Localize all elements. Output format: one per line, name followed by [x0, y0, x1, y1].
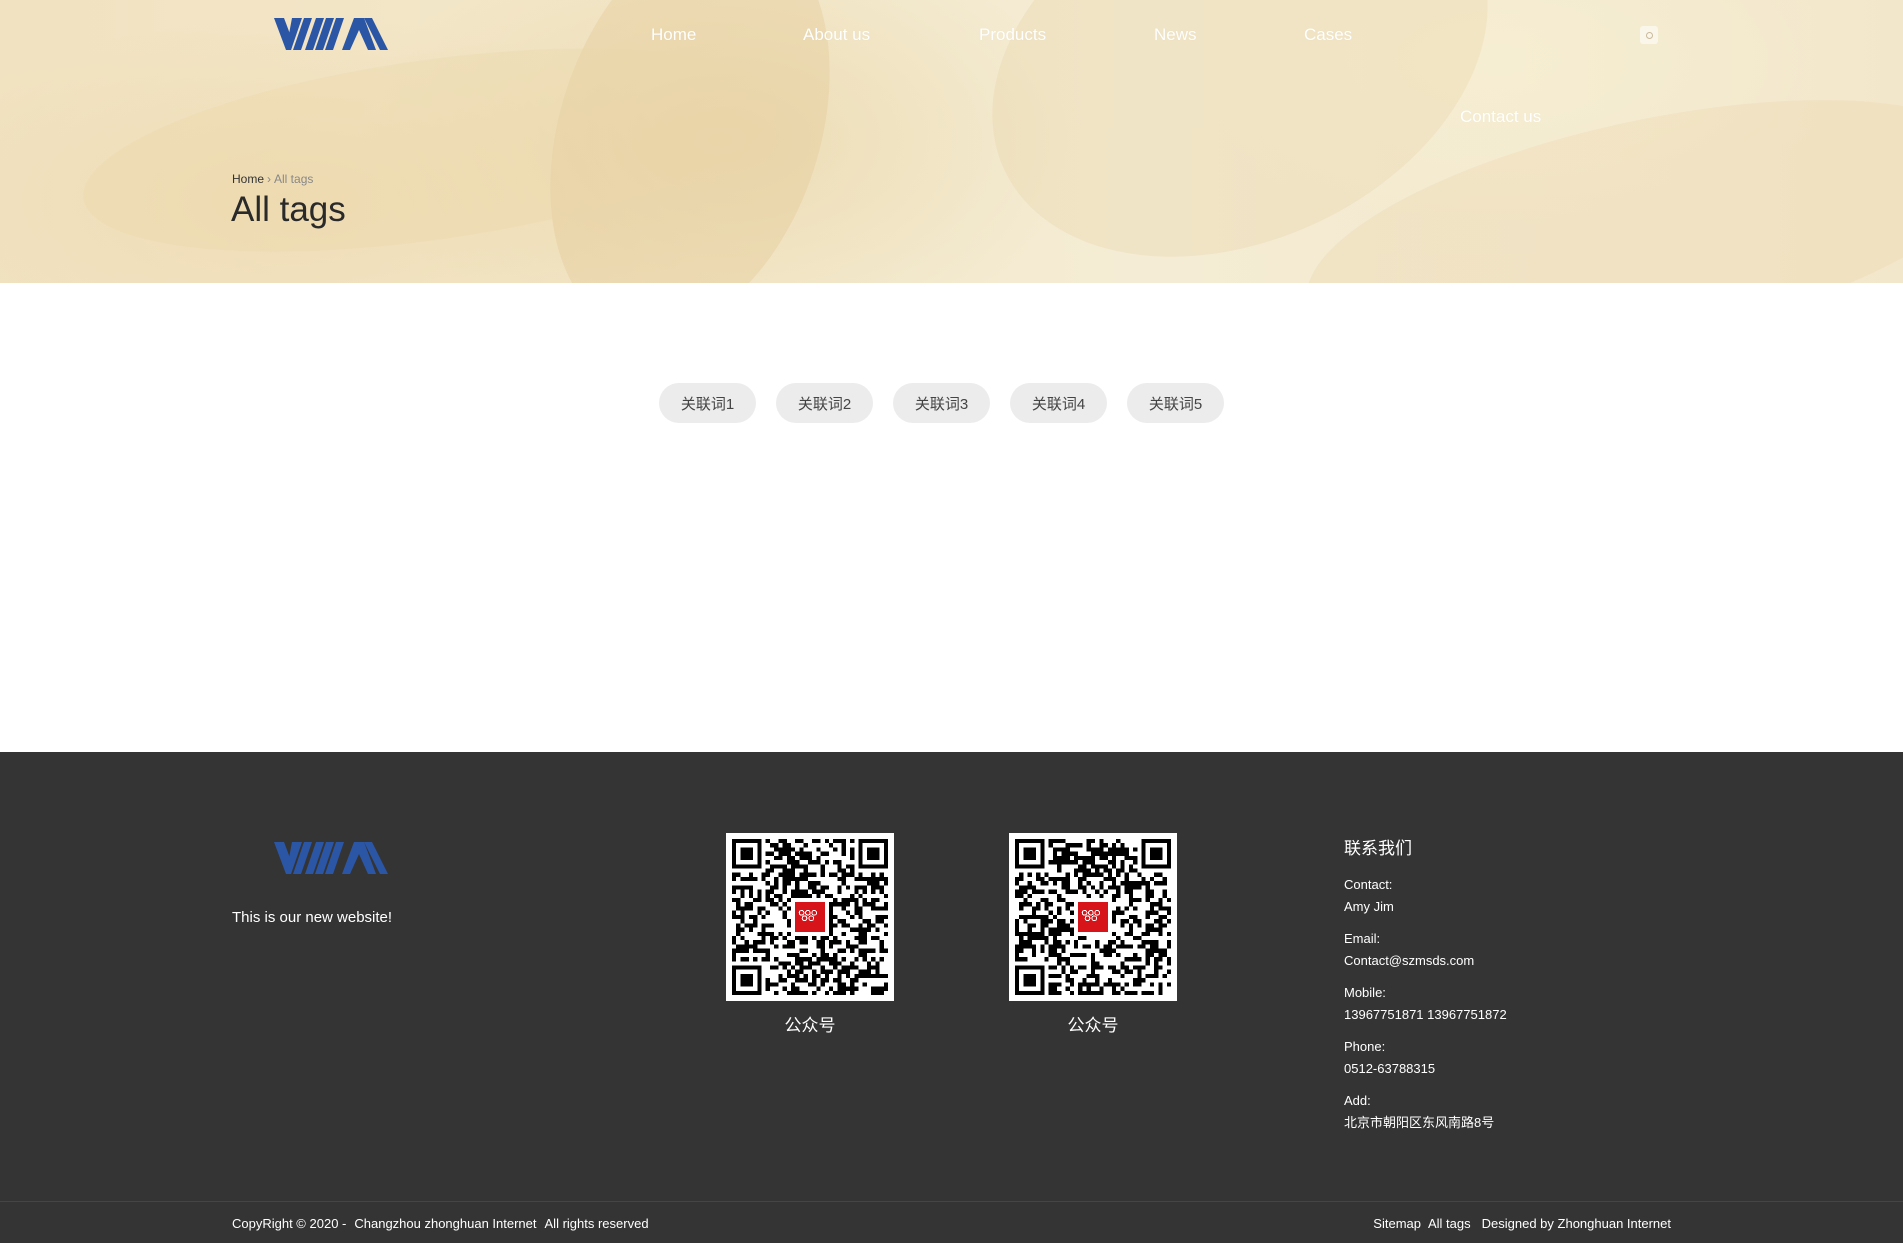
wechat-qr-code [1009, 833, 1177, 1001]
tag-item[interactable]: 关联词3 [893, 383, 990, 423]
contact-label: Contact: [1344, 877, 1393, 892]
site-footer: This is our new website! 公众号 公众号 联系我们 Co… [0, 752, 1903, 1243]
footer-logo[interactable] [274, 840, 388, 876]
footer-links: Sitemap All tags Designed by Zhonghuan Int… [1366, 1216, 1671, 1231]
copyright: CopyRight © 2020 - Changzhou zhonghuan In… [232, 1216, 657, 1231]
page-title: All tags [231, 190, 346, 229]
mobile-value: 13967751871 13967751872 [1344, 1007, 1507, 1022]
wechat-qr-code [726, 833, 894, 1001]
breadcrumb-home-link[interactable]: Home [232, 172, 264, 186]
contact-heading: 联系我们 [1344, 839, 1412, 858]
phone-label: Phone: [1344, 1039, 1386, 1054]
address-value: 北京市朝阳区东风南路8号 [1344, 1115, 1495, 1130]
footer-bottom-bar: CopyRight © 2020 - Changzhou zhonghuan In… [0, 1201, 1903, 1243]
qr-caption: 公众号 [784, 1016, 836, 1035]
phone-value: 0512-63788315 [1344, 1061, 1436, 1076]
main-navigation: Home About us Products News Cases Contac… [0, 22, 1903, 126]
copyright-rights: All rights reserved [544, 1216, 649, 1231]
page-banner: Home About us Products News Cases Contac… [0, 0, 1903, 283]
nav-item-contact-us[interactable]: Contact us [1460, 104, 1820, 130]
sitemap-link[interactable]: Sitemap [1373, 1216, 1421, 1231]
qr-caption: 公众号 [1067, 1016, 1119, 1035]
nav-item-about-us[interactable]: About us [803, 22, 870, 48]
tag-item[interactable]: 关联词5 [1127, 383, 1224, 423]
copyright-company: Changzhou zhonghuan Internet [354, 1216, 537, 1231]
nav-item-products[interactable]: Products [979, 22, 1046, 48]
email-value[interactable]: Contact@szmsds.com [1344, 950, 1704, 972]
search-icon[interactable] [1640, 26, 1658, 44]
all-tags-link[interactable]: All tags [1428, 1216, 1471, 1231]
breadcrumb-current: All tags [274, 172, 314, 186]
footer-tagline: This is our new website! [232, 909, 393, 926]
tag-item[interactable]: 关联词1 [659, 383, 756, 423]
nav-item-news[interactable]: News [1154, 22, 1197, 48]
contact-names: Amy Jim [1344, 899, 1394, 914]
address-label: Add: [1344, 1093, 1371, 1108]
nav-item-cases[interactable]: Cases [1304, 22, 1352, 48]
email-label: Email: [1344, 931, 1381, 946]
mobile-label: Mobile: [1344, 985, 1386, 1000]
tag-item[interactable]: 关联词2 [776, 383, 873, 423]
designer-credit-link[interactable]: Designed by Zhonghuan Internet [1482, 1216, 1671, 1231]
copyright-prefix: CopyRight © 2020 - [232, 1216, 347, 1231]
tag-list: 关联词1 关联词2 关联词3 关联词4 关联词5 [659, 383, 1224, 423]
breadcrumb-separator: › [267, 172, 272, 186]
breadcrumb: Home › All tags [232, 172, 313, 186]
nav-item-home[interactable]: Home [651, 22, 696, 48]
footer-contact: 联系我们 Contact: Amy Jim Email: Contact@szm… [1344, 834, 1704, 1144]
tag-item[interactable]: 关联词4 [1010, 383, 1107, 423]
